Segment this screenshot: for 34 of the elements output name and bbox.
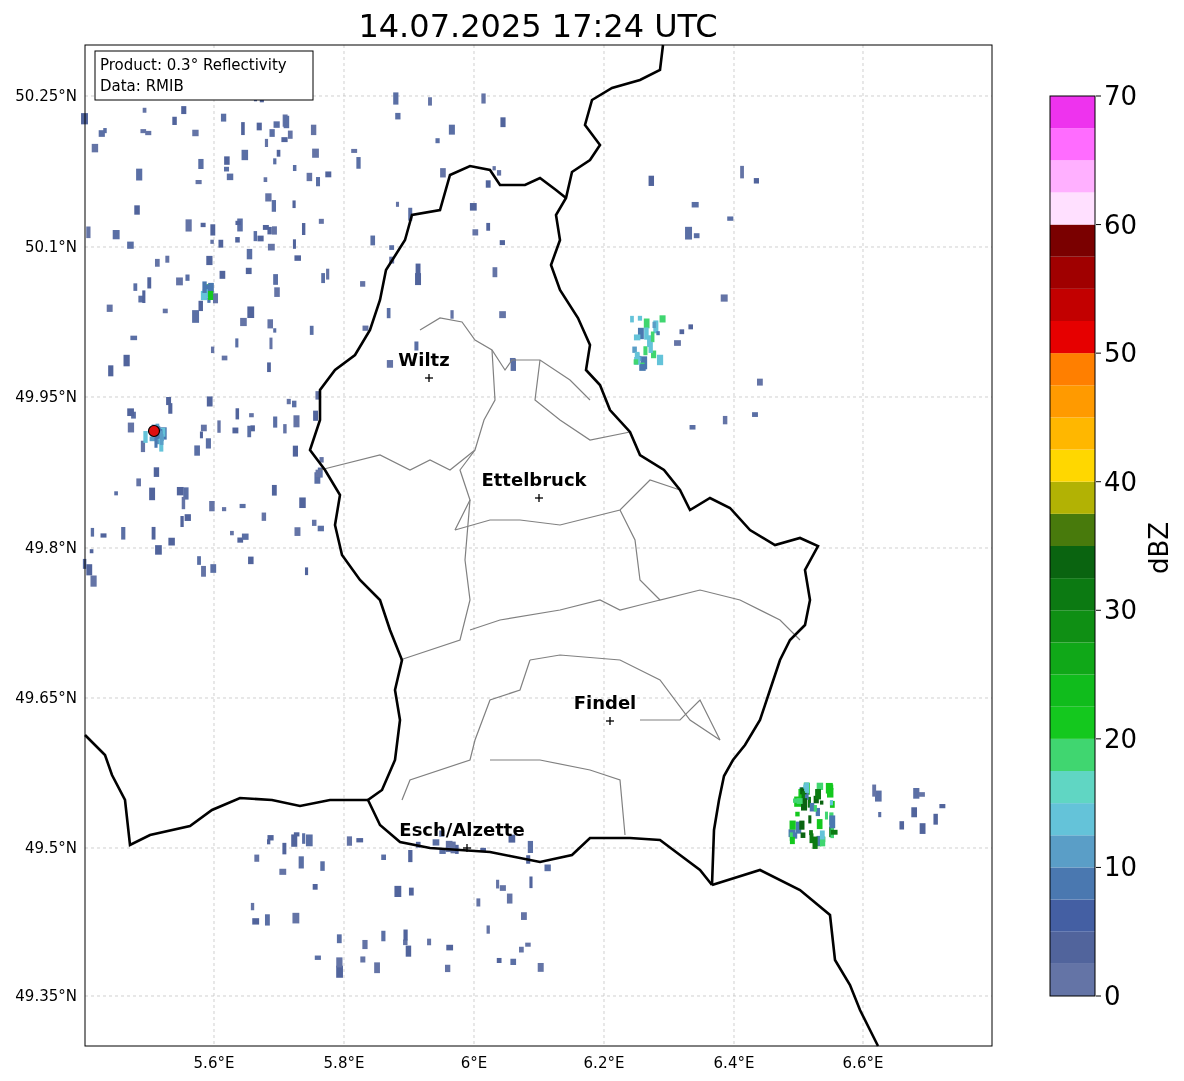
longitude-label: 6.4°E bbox=[713, 1054, 755, 1072]
longitude-label: 5.8°E bbox=[323, 1054, 365, 1072]
latitude-label: 49.35°N bbox=[15, 987, 77, 1005]
colorbar-label: dBZ bbox=[1144, 521, 1174, 575]
colorbar-tick-label: 30 bbox=[1104, 595, 1138, 626]
latitude-label: 49.65°N bbox=[15, 689, 77, 707]
city-label: Wiltz bbox=[398, 349, 450, 370]
longitude-label: 6.6°E bbox=[842, 1054, 884, 1072]
colorbar-tick-label: 10 bbox=[1104, 852, 1138, 883]
colorbar-tick-label: 20 bbox=[1104, 723, 1138, 754]
longitude-label: 6.2°E bbox=[583, 1054, 625, 1072]
radar-station-icon bbox=[147, 424, 161, 438]
colorbar-tick-label: 70 bbox=[1104, 81, 1138, 111]
city-marker-icon bbox=[462, 843, 472, 853]
city-label: Findel bbox=[573, 692, 637, 713]
city-marker-icon bbox=[424, 373, 434, 383]
latitude-label: 49.8°N bbox=[24, 539, 77, 557]
city-label: Ettelbruck bbox=[481, 469, 587, 490]
latitude-label: 49.5°N bbox=[24, 839, 77, 857]
city-marker-icon bbox=[605, 716, 615, 726]
latitude-label: 50.25°N bbox=[15, 87, 77, 105]
colorbar-tick-label: 0 bbox=[1104, 981, 1121, 1011]
colorbar-tick-label: 40 bbox=[1104, 466, 1138, 497]
info-text: Data: RMIB bbox=[100, 77, 184, 95]
info-text: Product: 0.3° Reflectivity bbox=[100, 56, 287, 74]
longitude-label: 6°E bbox=[460, 1054, 488, 1072]
longitude-label: 5.6°E bbox=[193, 1054, 235, 1072]
colorbar-tick-label: 50 bbox=[1104, 338, 1138, 369]
latitude-label: 49.95°N bbox=[15, 388, 77, 406]
chart-title: 14.07.2025 17:24 UTC bbox=[358, 7, 718, 45]
city-label: Esch/Alzette bbox=[399, 819, 525, 840]
colorbar-tick-label: 60 bbox=[1104, 209, 1138, 240]
latitude-label: 50.1°N bbox=[24, 238, 77, 256]
city-marker-icon bbox=[534, 493, 544, 503]
